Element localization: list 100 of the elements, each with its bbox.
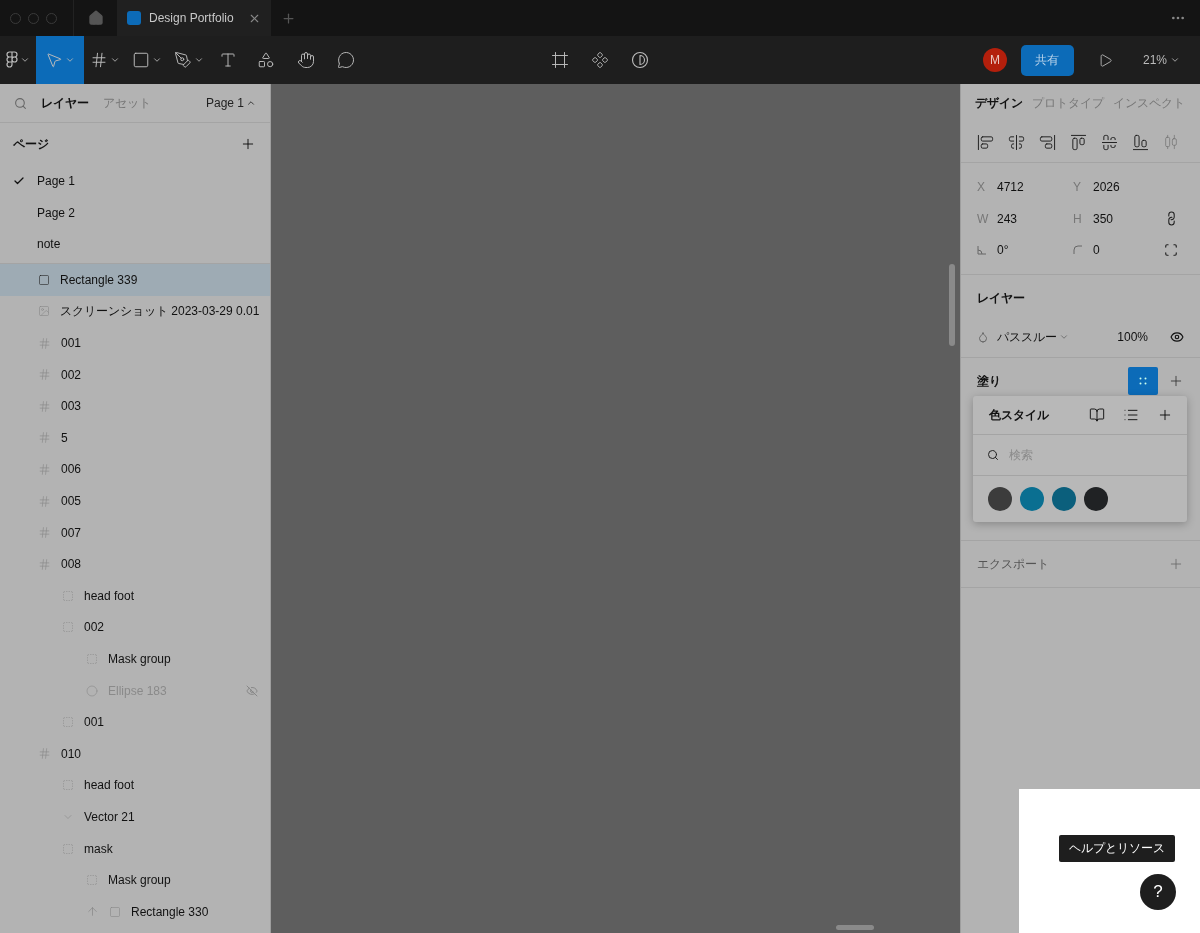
layer-name[interactable]: 002 (84, 620, 105, 635)
layer-name[interactable]: Mask group (108, 873, 171, 888)
help-tooltip: ヘルプとリソース (1059, 835, 1175, 862)
frame-icon (90, 51, 108, 69)
field-label: W (977, 211, 987, 226)
layer-name[interactable]: Mask group (108, 652, 171, 666)
help-button[interactable]: ? (1140, 874, 1176, 910)
field-value[interactable]: 0 (1093, 243, 1100, 258)
align-icon[interactable] (1039, 133, 1056, 151)
field-label: H (1073, 211, 1083, 226)
rectangle-icon (38, 273, 50, 286)
color-style-swatch[interactable] (988, 487, 1012, 511)
move-icon (45, 51, 63, 69)
text-icon (219, 51, 237, 69)
figma-logo-icon (6, 51, 18, 69)
zoom-dropdown[interactable]: 21% (1136, 52, 1186, 68)
layer-name[interactable]: スクリーンショット 2023-03-29 0.01 (60, 302, 260, 320)
layer-name[interactable]: head foot (84, 778, 135, 793)
layer-name[interactable]: 001 (61, 336, 82, 351)
opacity-value[interactable]: 100% (1117, 330, 1148, 345)
layer-name[interactable]: 5 (61, 430, 68, 445)
field-value[interactable]: 243 (997, 211, 1018, 226)
page-item[interactable]: Page 2 (37, 205, 76, 220)
layer-name[interactable]: mask (84, 841, 113, 856)
new-tab-icon[interactable] (281, 10, 296, 26)
resources-icon (257, 51, 275, 69)
caret-icon (1170, 55, 1180, 65)
library-icon[interactable] (1089, 407, 1105, 423)
corner-radius-icon (1073, 245, 1083, 256)
layer-name[interactable]: head foot (84, 588, 135, 603)
align-icon[interactable] (977, 133, 994, 151)
horizontal-scrollbar[interactable] (836, 925, 874, 930)
create-style-icon[interactable] (1157, 407, 1173, 423)
layer-name[interactable]: 007 (61, 525, 82, 540)
file-tab[interactable]: Design Portfolio (117, 0, 271, 36)
mask-icon[interactable] (631, 51, 649, 69)
popover-title: 色スタイル (989, 406, 1049, 424)
align-icon[interactable] (1070, 133, 1087, 151)
caret-icon (65, 55, 75, 65)
align-icon[interactable] (1008, 133, 1025, 151)
color-style-swatch[interactable] (1084, 487, 1108, 511)
color-style-swatch[interactable] (1020, 487, 1044, 511)
caret-icon (110, 55, 120, 65)
layer-name[interactable]: 003 (61, 399, 82, 414)
field-label: Y (1073, 179, 1082, 194)
blend-mode-dropdown[interactable]: パススルー (997, 328, 1069, 346)
search-icon[interactable] (14, 96, 27, 110)
fill-heading: 塗り (977, 372, 1001, 390)
layer-name[interactable]: 010 (61, 746, 82, 761)
field-value[interactable]: 0° (997, 243, 1009, 258)
style-button[interactable] (1128, 367, 1158, 396)
rectangle-icon (109, 905, 121, 918)
panel-tab[interactable]: レイヤー (41, 94, 89, 112)
layer-name[interactable]: 002 (61, 367, 82, 382)
layer-name[interactable]: 008 (61, 557, 82, 572)
layer-name[interactable]: Rectangle 339 (60, 272, 138, 287)
home-icon (87, 10, 104, 26)
color-style-swatch[interactable] (1052, 487, 1076, 511)
component-icon[interactable] (591, 51, 609, 69)
layer-name[interactable]: Vector 21 (84, 809, 135, 824)
page-dropdown[interactable]: Page 1 (205, 96, 256, 110)
file-icon (127, 11, 141, 25)
share-button[interactable]: 共有 (1020, 44, 1074, 76)
ellipse-icon (86, 684, 98, 697)
dots-icon (1139, 377, 1147, 386)
layer-name[interactable]: 006 (61, 462, 82, 477)
play-icon (1097, 52, 1113, 68)
user-avatar[interactable]: M (982, 48, 1007, 72)
rectangle-icon (132, 51, 150, 69)
panel-tab[interactable]: デザイン (975, 94, 1023, 112)
field-value[interactable]: 350 (1093, 211, 1114, 226)
frame-icon (38, 431, 51, 445)
hand-icon (297, 51, 315, 69)
layer-name[interactable]: 001 (84, 715, 105, 730)
frame-icon (38, 368, 51, 382)
caret-icon (194, 55, 204, 65)
caret-icon (246, 98, 256, 108)
caret-icon (152, 55, 162, 65)
selected-layer-row[interactable]: Rectangle 339 (0, 264, 270, 296)
field-value[interactable]: 4712 (997, 179, 1024, 194)
vertical-scrollbar[interactable] (949, 264, 955, 346)
align-icon[interactable] (1101, 133, 1118, 151)
page-item[interactable]: note (37, 237, 61, 252)
layer-name[interactable]: 005 (61, 494, 82, 508)
comment-icon (337, 51, 355, 69)
frame-icon (38, 399, 51, 413)
pages-heading: ページ (13, 135, 49, 153)
pen-icon (174, 51, 192, 69)
align-icon[interactable] (1132, 133, 1149, 151)
add-page-icon[interactable] (240, 136, 256, 152)
layer-heading: レイヤー (977, 289, 1025, 307)
mask-arrow-icon (86, 905, 99, 919)
frame-icon (38, 494, 51, 508)
layer-name[interactable]: Rectangle 330 (131, 904, 209, 919)
list-view-icon[interactable] (1123, 407, 1139, 423)
frame-icon (38, 526, 51, 540)
page-item[interactable]: Page 1 (37, 173, 76, 188)
frame-icon (38, 336, 51, 350)
visibility-icon[interactable] (1170, 330, 1184, 345)
field-value[interactable]: 2026 (1093, 179, 1120, 194)
